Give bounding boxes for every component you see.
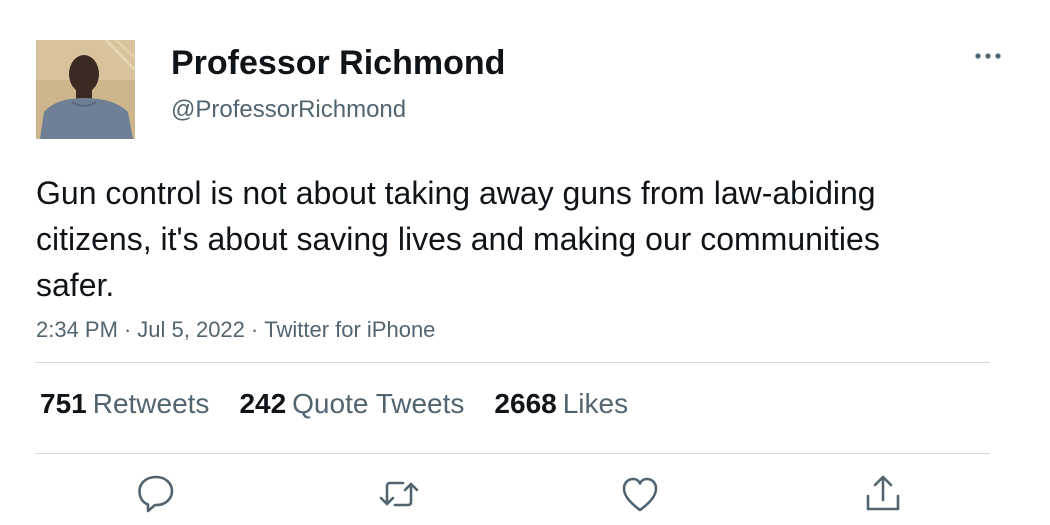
action-bar xyxy=(0,472,1050,520)
display-name[interactable]: Professor Richmond xyxy=(171,42,505,84)
share-button[interactable] xyxy=(861,472,905,516)
tweet-source[interactable]: Twitter for iPhone xyxy=(264,317,435,342)
quote-tweets-stat[interactable]: 242 Quote Tweets xyxy=(239,386,464,422)
retweets-label: Retweets xyxy=(92,388,210,419)
more-horizontal-icon xyxy=(975,53,1001,59)
retweets-count: 751 xyxy=(40,388,87,419)
user-handle[interactable]: @ProfessorRichmond xyxy=(171,95,406,125)
quote-tweets-label: Quote Tweets xyxy=(292,388,465,419)
tweet-metadata: 2:34 PM · Jul 5, 2022 · Twitter for iPhone xyxy=(36,315,435,345)
divider xyxy=(35,362,990,363)
reply-button[interactable] xyxy=(134,472,178,516)
likes-stat[interactable]: 2668 Likes xyxy=(494,386,628,422)
likes-label: Likes xyxy=(562,388,629,419)
meta-separator: · xyxy=(250,317,259,342)
avatar-image xyxy=(36,40,135,139)
meta-separator: · xyxy=(123,317,132,342)
more-options-button[interactable] xyxy=(964,42,1012,72)
tweet-time[interactable]: 2:34 PM xyxy=(36,317,118,342)
engagement-stats: 751 Retweets 242 Quote Tweets 2668 Likes xyxy=(40,386,628,422)
tweet-date[interactable]: Jul 5, 2022 xyxy=(137,317,245,342)
tweet-text: Gun control is not about taking away gun… xyxy=(36,175,880,303)
share-icon xyxy=(866,475,900,511)
retweet-button[interactable] xyxy=(377,472,421,516)
reply-icon xyxy=(138,475,174,513)
likes-count: 2668 xyxy=(494,388,557,419)
heart-icon xyxy=(622,477,658,512)
divider xyxy=(35,453,990,454)
avatar[interactable] xyxy=(36,40,135,139)
retweet-icon xyxy=(379,481,419,507)
tweet-detail: Professor Richmond @ProfessorRichmond Gu… xyxy=(0,0,1050,525)
retweets-stat[interactable]: 751 Retweets xyxy=(40,386,209,422)
quote-tweets-count: 242 xyxy=(239,388,287,419)
like-button[interactable] xyxy=(618,472,662,516)
